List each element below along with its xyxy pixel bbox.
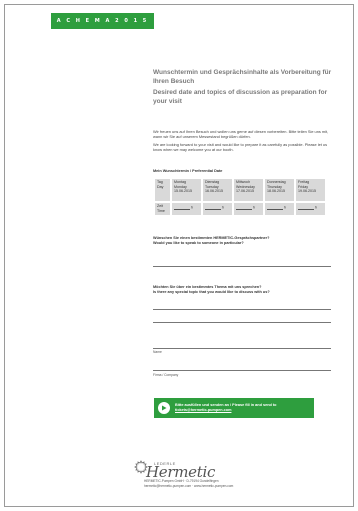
day-cell-friday[interactable]: Freitag Friday 19.06.2015 bbox=[296, 179, 325, 201]
day-date: 19.06.2015 bbox=[298, 189, 316, 193]
contact-answer-line[interactable] bbox=[153, 266, 331, 267]
topic-answer-line-1[interactable] bbox=[153, 309, 331, 310]
question-contact-en: Would you like to speak to someone in pa… bbox=[153, 241, 244, 245]
address-block: HERMETIC-Pumpen GmbH · D-79194 Gundelfin… bbox=[144, 479, 233, 488]
achema-banner: A C H E M A 2 0 1 5 bbox=[51, 13, 154, 29]
time-input-line[interactable] bbox=[267, 204, 283, 210]
time-field-tuesday[interactable]: h bbox=[203, 203, 232, 215]
send-button[interactable]: Bitte ausfüllen und senden an / Please f… bbox=[154, 398, 314, 418]
time-header-en: Time bbox=[157, 208, 165, 213]
address-line-2: hermetic@hermetic-pumpen.com · www.herme… bbox=[144, 483, 234, 488]
date-label: Mein Wunschtermin / Preferential Date bbox=[153, 169, 223, 173]
time-field-friday[interactable]: h bbox=[296, 203, 325, 215]
day-cell-monday[interactable]: Montag Monday 15.06.2015 bbox=[172, 179, 201, 201]
day-header-en: Day bbox=[157, 184, 164, 189]
name-line[interactable] bbox=[153, 348, 331, 349]
day-date: 18.06.2015 bbox=[267, 189, 285, 193]
question-contact: Wünschen Sie einen bestimmten HERMETIC-G… bbox=[153, 236, 333, 246]
date-table: Tag Day Montag Monday 15.06.2015 Diensta… bbox=[153, 177, 327, 217]
day-cell-tuesday[interactable]: Dienstag Tuesday 16.06.2015 bbox=[203, 179, 232, 201]
company-line[interactable] bbox=[153, 370, 331, 371]
day-cell-wednesday[interactable]: Mittwoch Wednesday 17.06.2015 bbox=[234, 179, 263, 201]
time-input-line[interactable] bbox=[205, 204, 221, 210]
name-label: Name bbox=[153, 350, 162, 354]
time-field-thursday[interactable]: h bbox=[265, 203, 294, 215]
question-topic: Möchten Sie über ein bestimmtes Thema mi… bbox=[153, 285, 333, 295]
time-row: Zeit Time h h h h h bbox=[155, 203, 325, 215]
hour-suffix: h bbox=[284, 205, 286, 210]
time-input-line[interactable] bbox=[236, 204, 252, 210]
intro-english: We are looking forward to your visit and… bbox=[153, 142, 328, 152]
time-field-monday[interactable]: h bbox=[172, 203, 201, 215]
send-email-link[interactable]: tickets@hermetic-pumpen.com bbox=[175, 408, 276, 413]
time-field-wednesday[interactable]: h bbox=[234, 203, 263, 215]
hour-suffix: h bbox=[222, 205, 224, 210]
title-english: Desired date and topics of discussion as… bbox=[153, 89, 328, 105]
time-header-cell: Zeit Time bbox=[155, 203, 170, 215]
banner-text: A C H E M A 2 0 1 5 bbox=[56, 18, 149, 24]
day-cell-thursday[interactable]: Donnerstag Thursday 18.06.2015 bbox=[265, 179, 294, 201]
send-text: Bitte ausfüllen und senden an / Please f… bbox=[175, 403, 276, 413]
day-date: 15.06.2015 bbox=[174, 189, 192, 193]
intro-german: Wir freuen uns auf Ihren Besuch und woll… bbox=[153, 129, 329, 139]
day-date: 16.06.2015 bbox=[205, 189, 223, 193]
hour-suffix: h bbox=[191, 205, 193, 210]
time-input-line[interactable] bbox=[174, 204, 190, 210]
company-label: Firma / Company bbox=[153, 373, 179, 377]
question-topic-en: Is there any special topic that you woul… bbox=[153, 290, 270, 294]
day-row: Tag Day Montag Monday 15.06.2015 Diensta… bbox=[155, 179, 325, 201]
time-input-line[interactable] bbox=[298, 204, 314, 210]
hour-suffix: h bbox=[315, 205, 317, 210]
day-header-cell: Tag Day bbox=[155, 179, 170, 201]
topic-answer-line-2[interactable] bbox=[153, 322, 331, 323]
day-date: 17.06.2015 bbox=[236, 189, 254, 193]
hour-suffix: h bbox=[253, 205, 255, 210]
title-german: Wunschtermin und Gesprächsinhalte als Vo… bbox=[153, 69, 332, 85]
play-arrow-icon bbox=[158, 402, 170, 414]
